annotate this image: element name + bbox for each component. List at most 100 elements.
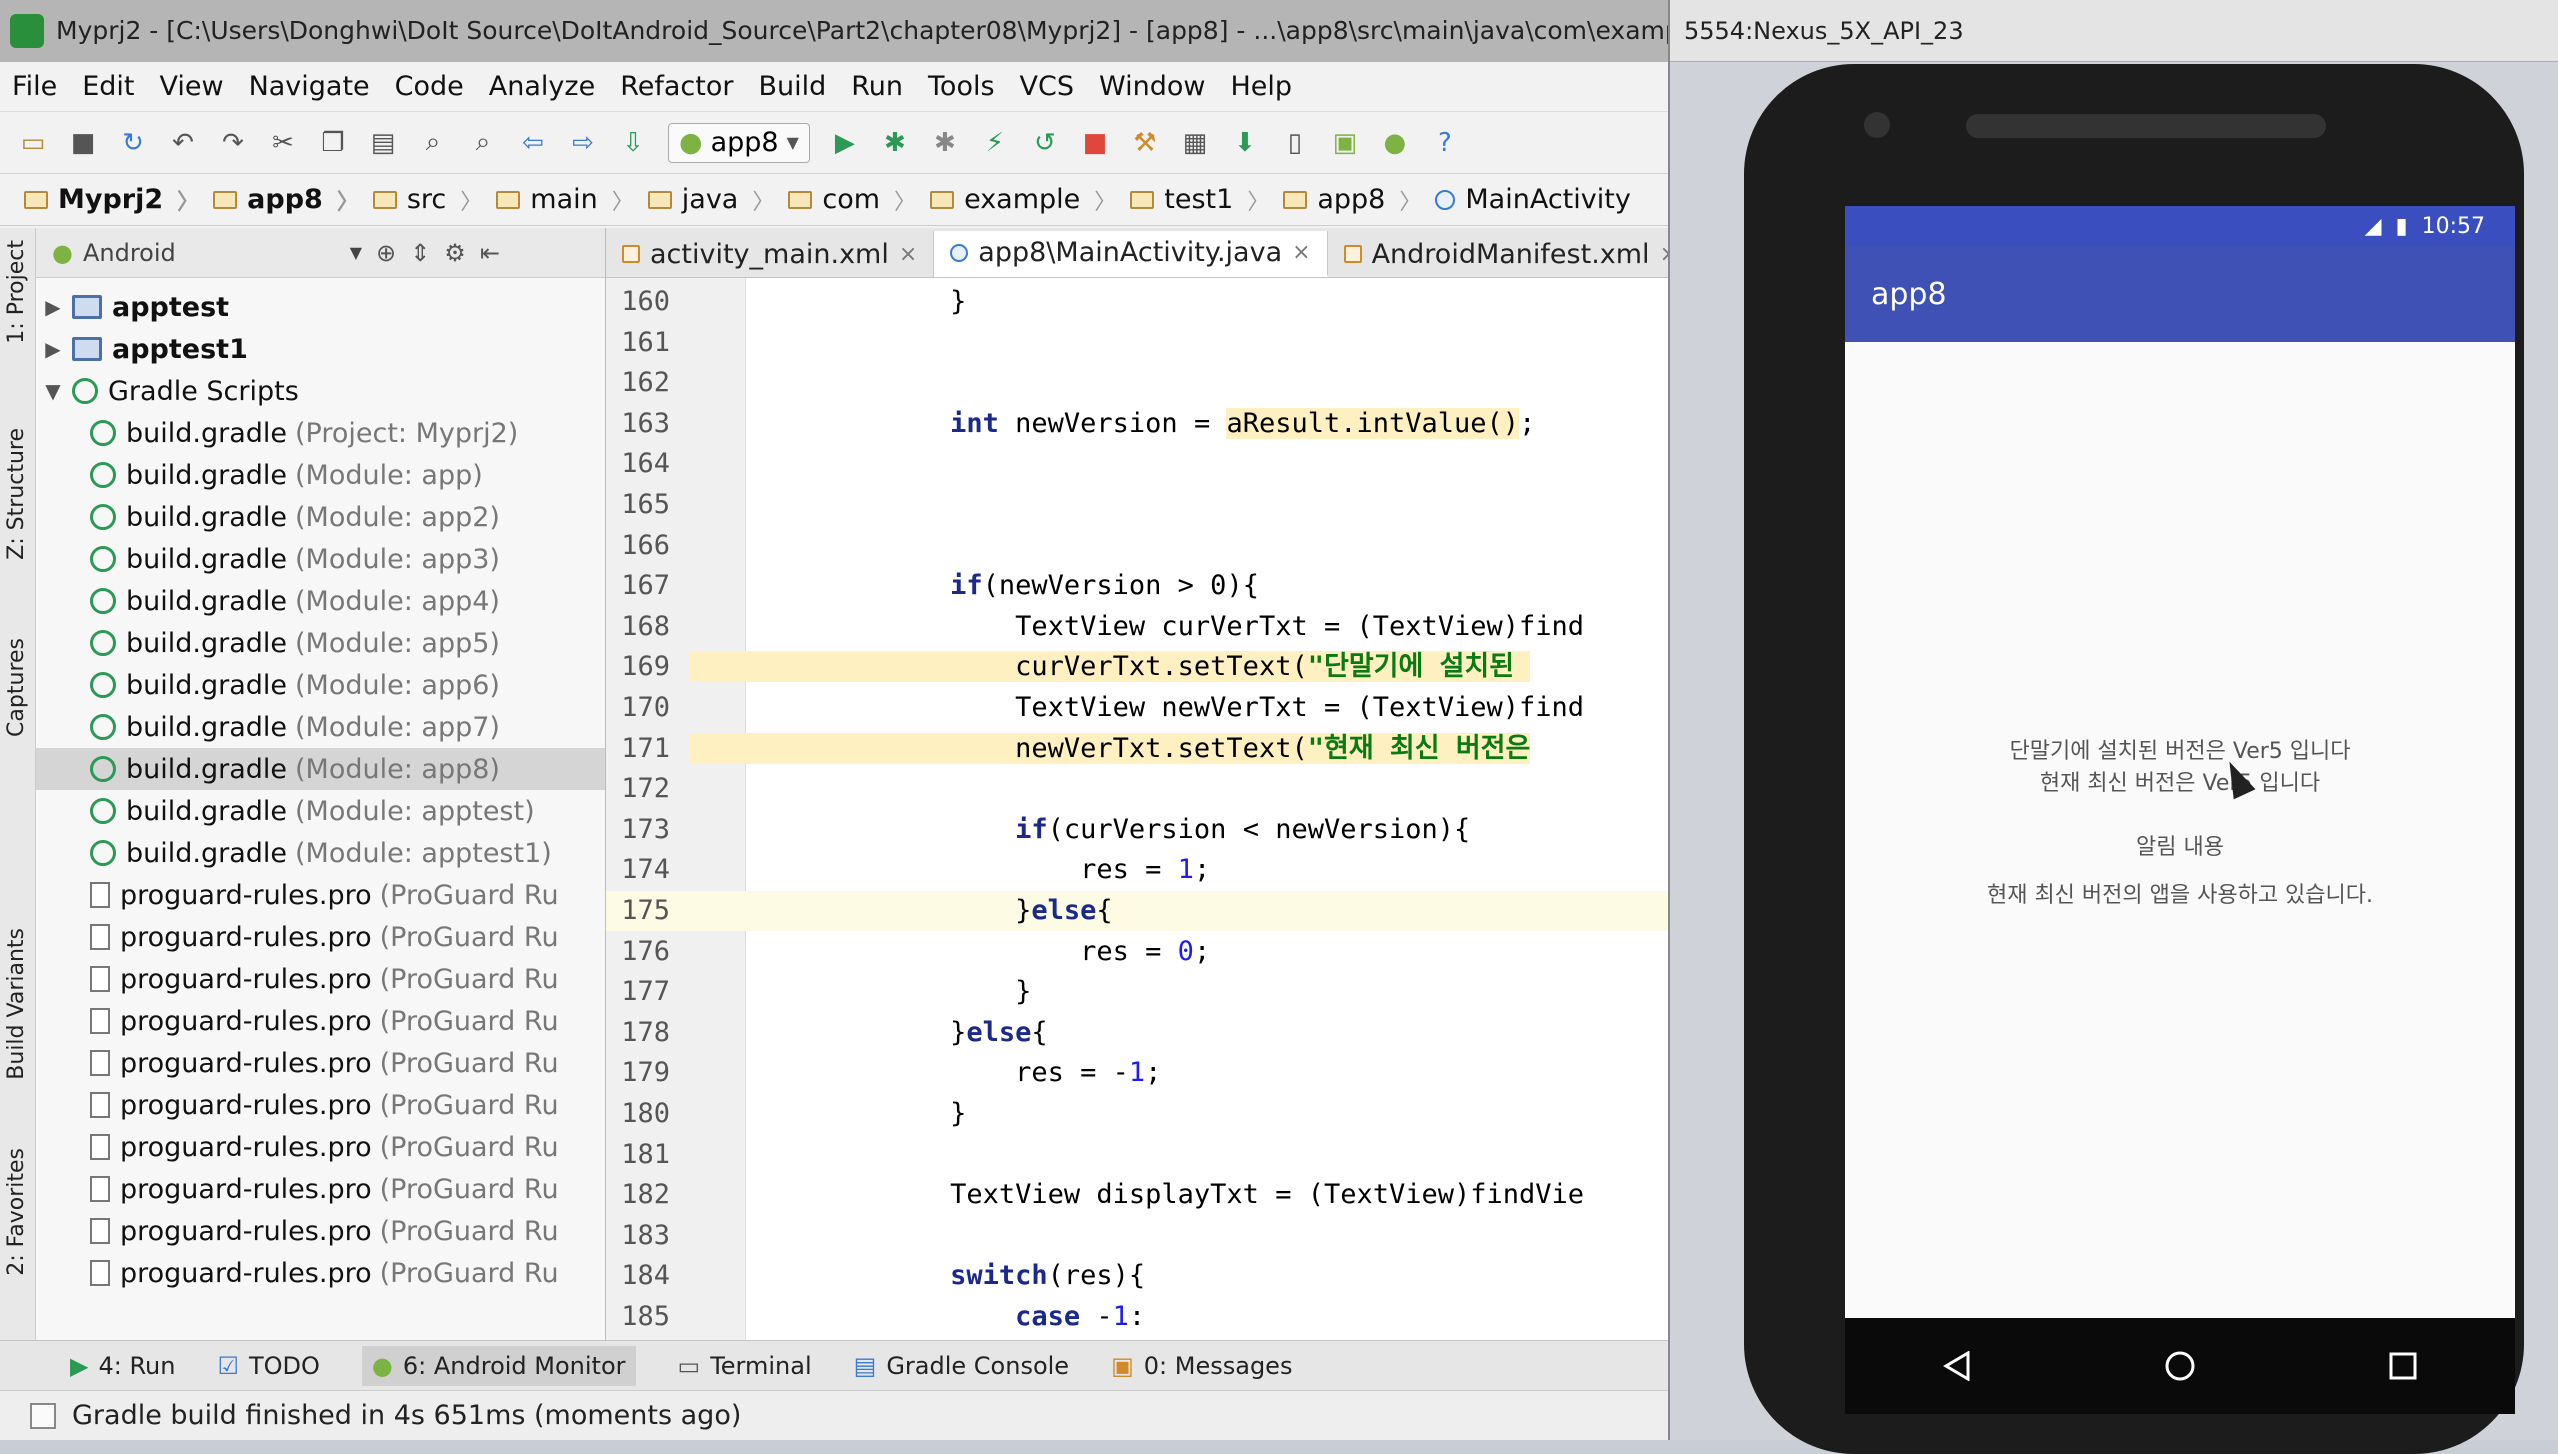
code-line[interactable]: 162 [606, 363, 1668, 403]
code-line[interactable]: 163 int newVersion = aResult.intValue(); [606, 404, 1668, 444]
editor-tab[interactable]: activity_main.xml × [606, 231, 935, 277]
code-line[interactable]: 174 res = 1; [606, 850, 1668, 890]
replace-icon[interactable]: ⌕ [468, 127, 498, 158]
tree-item[interactable]: build.gradle (Module: app7) [36, 706, 605, 748]
tree-item[interactable]: proguard-rules.pro (ProGuard Ru [36, 1042, 605, 1084]
menu-run[interactable]: Run [851, 71, 903, 102]
menu-refactor[interactable]: Refactor [620, 71, 733, 102]
tree-item[interactable]: build.gradle (Module: app4) [36, 580, 605, 622]
save-icon[interactable]: ■ [68, 128, 98, 158]
code-line[interactable]: 167 if(newVersion > 0){ [606, 566, 1668, 606]
apply-changes-icon[interactable]: ⚡ [980, 128, 1010, 158]
code-line[interactable]: 176 res = 0; [606, 932, 1668, 972]
android-device-monitor-icon[interactable]: ▣ [1330, 128, 1360, 158]
menu-analyze[interactable]: Analyze [489, 71, 595, 102]
tool-window-structure[interactable]: Z: Structure [4, 428, 29, 560]
tool-window-build-variants[interactable]: Build Variants [4, 928, 29, 1080]
project-view-select[interactable]: ● Android ▼ [52, 239, 362, 267]
breadcrumb-item[interactable]: com 〉 [788, 184, 916, 216]
tab-gradle-console[interactable]: ▤ Gradle Console [854, 1352, 1069, 1380]
status-toggle-icon[interactable] [30, 1402, 56, 1429]
tab-terminal[interactable]: ▭ Terminal [678, 1352, 812, 1380]
copy-icon[interactable]: ❐ [318, 128, 348, 158]
code-line[interactable]: 180 } [606, 1094, 1668, 1134]
editor-tab[interactable]: app8\MainActivity.java × [934, 231, 1328, 277]
tree-item[interactable]: build.gradle (Module: apptest) [36, 790, 605, 832]
back-arrow-icon[interactable]: ⇦ [518, 128, 548, 158]
tree-item[interactable]: build.gradle (Module: app8) [36, 748, 605, 790]
tree-item[interactable]: build.gradle (Module: apptest1) [36, 832, 605, 874]
code-line[interactable]: 184 switch(res){ [606, 1256, 1668, 1296]
tree-item[interactable]: proguard-rules.pro (ProGuard Ru [36, 874, 605, 916]
rerun-icon[interactable]: ↺ [1030, 128, 1060, 158]
undo-icon[interactable]: ↶ [168, 128, 198, 158]
tree-item[interactable]: proguard-rules.pro (ProGuard Ru [36, 1210, 605, 1252]
breadcrumb-item[interactable]: src 〉 [372, 184, 482, 216]
back-icon[interactable] [1937, 1346, 1977, 1386]
paste-icon[interactable]: ▤ [368, 128, 398, 158]
breadcrumb-item[interactable]: app8 〉 [213, 184, 359, 216]
sync-icon[interactable]: ↻ [118, 128, 148, 158]
redo-icon[interactable]: ↷ [218, 128, 248, 158]
menu-vcs[interactable]: VCS [1020, 71, 1074, 102]
phone-screen[interactable]: ◢ ▮ 10:57 app8 단말기에 설치된 버전은 Ver5 입니다 현재 … [1845, 206, 2515, 1386]
run-configuration-select[interactable]: ● app8 ▼ [668, 122, 810, 163]
breadcrumb-item[interactable]: app8 〉 [1283, 184, 1421, 216]
menu-window[interactable]: Window [1099, 71, 1205, 102]
menu-build[interactable]: Build [758, 71, 826, 102]
menu-code[interactable]: Code [395, 71, 464, 102]
code-line[interactable]: 160 } [606, 282, 1668, 322]
tree-item[interactable]: build.gradle (Module: app3) [36, 538, 605, 580]
close-icon[interactable]: × [899, 242, 917, 267]
tree-item[interactable]: proguard-rules.pro (ProGuard Ru [36, 1000, 605, 1042]
breadcrumb-item[interactable]: MainActivity [1435, 184, 1631, 215]
code-line[interactable]: 181 [606, 1135, 1668, 1175]
code-line[interactable]: 179 res = -1; [606, 1053, 1668, 1093]
tree-item[interactable]: proguard-rules.pro (ProGuard Ru [36, 1252, 605, 1290]
breadcrumb-item[interactable]: example 〉 [930, 184, 1116, 216]
tab-todo[interactable]: ☑ TODO [217, 1352, 319, 1380]
tool-window-captures[interactable]: Captures [4, 638, 29, 737]
forward-arrow-icon[interactable]: ⇨ [568, 128, 598, 158]
attach-debugger-icon[interactable]: ✱ [930, 128, 960, 158]
sdk-manager-icon[interactable]: ⬇ [1230, 128, 1260, 158]
menu-navigate[interactable]: Navigate [249, 71, 370, 102]
code-line[interactable]: 164 [606, 444, 1668, 484]
code-line[interactable]: 168 TextView curVerTxt = (TextView)find [606, 607, 1668, 647]
tab-run[interactable]: ▶ 4: Run [70, 1352, 175, 1380]
tool-window-favorites[interactable]: 2: Favorites [4, 1148, 29, 1276]
code-line[interactable]: 178 }else{ [606, 1013, 1668, 1053]
menu-edit[interactable]: Edit [82, 71, 134, 102]
code-line[interactable]: 171 newVerTxt.setText("현재 최신 버전은 [606, 729, 1668, 769]
editor-tab[interactable]: AndroidManifest.xml × [1328, 231, 1668, 277]
make-project-icon[interactable]: ⇩ [618, 128, 648, 158]
tree-item[interactable]: proguard-rules.pro (ProGuard Ru [36, 1168, 605, 1210]
code-line[interactable]: 172 [606, 769, 1668, 809]
tree-item[interactable]: build.gradle (Module: app) [36, 454, 605, 496]
avd-manager-icon[interactable]: ▯ [1280, 128, 1310, 158]
code-line[interactable]: 165 [606, 485, 1668, 525]
code-line[interactable]: 161 [606, 323, 1668, 363]
code-line[interactable]: 166 [606, 526, 1668, 566]
layout-icon[interactable]: ▦ [1180, 128, 1210, 158]
android-icon[interactable]: ● [1380, 128, 1410, 158]
collapsed-arrow-icon[interactable]: ▶ [42, 295, 64, 319]
menu-view[interactable]: View [159, 71, 223, 102]
collapsed-arrow-icon[interactable]: ▶ [42, 337, 64, 361]
project-structure-icon[interactable]: ⚒ [1130, 128, 1160, 158]
gear-icon[interactable]: ⚙ [444, 239, 466, 267]
code-line[interactable]: 169 curVerTxt.setText("단말기에 설치된 [606, 647, 1668, 687]
tree-item[interactable]: build.gradle (Module: app2) [36, 496, 605, 538]
open-folder-icon[interactable]: ▭ [18, 128, 48, 158]
tree-item[interactable]: proguard-rules.pro (ProGuard Ru [36, 958, 605, 1000]
stop-icon[interactable]: ■ [1080, 128, 1110, 158]
code-line[interactable]: 170 TextView newVerTxt = (TextView)find [606, 688, 1668, 728]
code-line[interactable]: 183 [606, 1216, 1668, 1256]
code-line[interactable]: 175 }else{ [606, 891, 1668, 931]
close-icon[interactable]: × [1292, 240, 1310, 265]
scroll-from-source-icon[interactable]: ⊕ [376, 239, 396, 267]
close-icon[interactable]: × [1660, 242, 1668, 267]
help-icon[interactable]: ? [1430, 128, 1460, 158]
cut-icon[interactable]: ✂ [268, 128, 298, 158]
menu-file[interactable]: File [12, 71, 57, 102]
